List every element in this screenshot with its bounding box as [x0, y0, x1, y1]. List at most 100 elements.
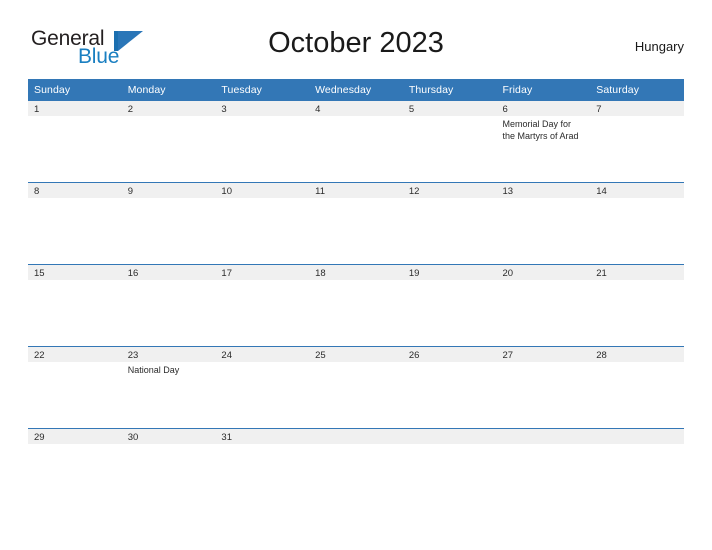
- day-cell[interactable]: 31: [215, 428, 310, 510]
- day-event: [590, 444, 684, 447]
- day-cell[interactable]: 12: [402, 182, 497, 265]
- weekday-header-sunday: Sunday: [28, 79, 122, 101]
- weekday-header-friday: Friday: [496, 79, 591, 101]
- day-number: 16: [121, 265, 216, 280]
- day-cell[interactable]: 28: [590, 346, 684, 429]
- week-row: 8 9 10 11 12 13 14: [28, 182, 684, 265]
- day-number: 30: [121, 429, 216, 444]
- day-event: [590, 280, 684, 283]
- day-event: [403, 116, 497, 119]
- day-number: [402, 429, 497, 444]
- day-cell[interactable]: 5: [402, 101, 497, 183]
- day-cell[interactable]: 27: [496, 346, 591, 429]
- weekday-header-wednesday: Wednesday: [309, 79, 403, 101]
- day-event: [590, 116, 684, 119]
- day-cell[interactable]: 25: [309, 346, 403, 429]
- day-cell[interactable]: 10: [215, 182, 310, 265]
- day-cell[interactable]: [402, 428, 497, 510]
- day-number: 3: [215, 101, 310, 116]
- day-event: [215, 362, 309, 365]
- day-cell[interactable]: [590, 428, 684, 510]
- day-number: 26: [402, 347, 497, 362]
- day-number: 24: [215, 347, 310, 362]
- week-row: 15 16 17 18 19 20 21: [28, 264, 684, 347]
- day-cell[interactable]: [496, 428, 591, 510]
- day-cell[interactable]: 21: [590, 264, 684, 347]
- day-number: 14: [590, 183, 684, 198]
- day-number: 8: [28, 183, 122, 198]
- day-event: [215, 444, 309, 447]
- day-number: 31: [215, 429, 310, 444]
- day-cell[interactable]: 22: [28, 346, 122, 429]
- day-number: 28: [590, 347, 684, 362]
- day-number: 22: [28, 347, 122, 362]
- day-number: 18: [309, 265, 403, 280]
- day-event: Memorial Day for the Martyrs of Arad: [502, 119, 579, 141]
- day-cell[interactable]: [309, 428, 403, 510]
- day-cell[interactable]: 29: [28, 428, 122, 510]
- day-cell[interactable]: 4: [309, 101, 403, 183]
- month-calendar: Sunday Monday Tuesday Wednesday Thursday…: [28, 79, 684, 510]
- day-number: 20: [496, 265, 591, 280]
- weekday-header-row: Sunday Monday Tuesday Wednesday Thursday…: [28, 79, 684, 101]
- day-cell[interactable]: 15: [28, 264, 122, 347]
- day-event: [28, 198, 122, 201]
- day-number: 5: [402, 101, 497, 116]
- day-event: [590, 362, 684, 365]
- day-event: [122, 280, 216, 283]
- day-event: [309, 198, 403, 201]
- day-cell[interactable]: 30: [121, 428, 216, 510]
- day-event: [28, 362, 122, 365]
- day-event: [215, 116, 309, 119]
- page-header: General Blue October 2023 Hungary: [28, 26, 684, 70]
- weekday-header-thursday: Thursday: [402, 79, 497, 101]
- day-cell[interactable]: 19: [402, 264, 497, 347]
- day-cell[interactable]: 2: [121, 101, 216, 183]
- day-number: 17: [215, 265, 310, 280]
- day-number: 4: [309, 101, 403, 116]
- day-number: 13: [496, 183, 591, 198]
- week-row: 1 2 3 4 5 6 Memorial Day for the Martyrs …: [28, 101, 684, 183]
- day-cell[interactable]: 18: [309, 264, 403, 347]
- day-cell[interactable]: 11: [309, 182, 403, 265]
- day-cell[interactable]: 9: [121, 182, 216, 265]
- weekday-header-monday: Monday: [121, 79, 216, 101]
- day-event: [122, 444, 216, 447]
- country-label: Hungary: [634, 39, 684, 54]
- day-number: 19: [402, 265, 497, 280]
- day-event: [590, 198, 684, 201]
- day-number: [309, 429, 403, 444]
- day-cell[interactable]: 17: [215, 264, 310, 347]
- day-cell[interactable]: 13: [496, 182, 591, 265]
- day-event: [122, 116, 216, 119]
- day-number: 6: [496, 101, 591, 116]
- day-cell[interactable]: 6 Memorial Day for the Martyrs of Arad: [496, 101, 591, 183]
- calendar-body: 1 2 3 4 5 6 Memorial Day for the Martyrs …: [28, 101, 684, 510]
- day-number: [590, 429, 684, 444]
- day-cell[interactable]: 3: [215, 101, 310, 183]
- day-cell[interactable]: 1: [28, 101, 122, 183]
- day-event: [215, 280, 309, 283]
- day-number: 11: [309, 183, 403, 198]
- day-cell[interactable]: 26: [402, 346, 497, 429]
- day-cell[interactable]: 24: [215, 346, 310, 429]
- day-number: 1: [28, 101, 122, 116]
- day-event: [497, 198, 591, 201]
- day-event: [122, 198, 216, 201]
- day-cell[interactable]: 7: [590, 101, 684, 183]
- day-number: 7: [590, 101, 684, 116]
- day-cell[interactable]: 8: [28, 182, 122, 265]
- day-event: [28, 444, 122, 447]
- weekday-header-tuesday: Tuesday: [215, 79, 310, 101]
- day-number: 9: [121, 183, 216, 198]
- day-cell[interactable]: 16: [121, 264, 216, 347]
- day-cell[interactable]: 20: [496, 264, 591, 347]
- day-event: [403, 198, 497, 201]
- day-cell[interactable]: 23 National Day: [121, 346, 216, 429]
- day-number: [496, 429, 591, 444]
- calendar-page: General Blue October 2023 Hungary Sunday…: [0, 0, 712, 550]
- day-cell[interactable]: 14: [590, 182, 684, 265]
- day-number: 21: [590, 265, 684, 280]
- day-event: [403, 362, 497, 365]
- day-event: [497, 280, 591, 283]
